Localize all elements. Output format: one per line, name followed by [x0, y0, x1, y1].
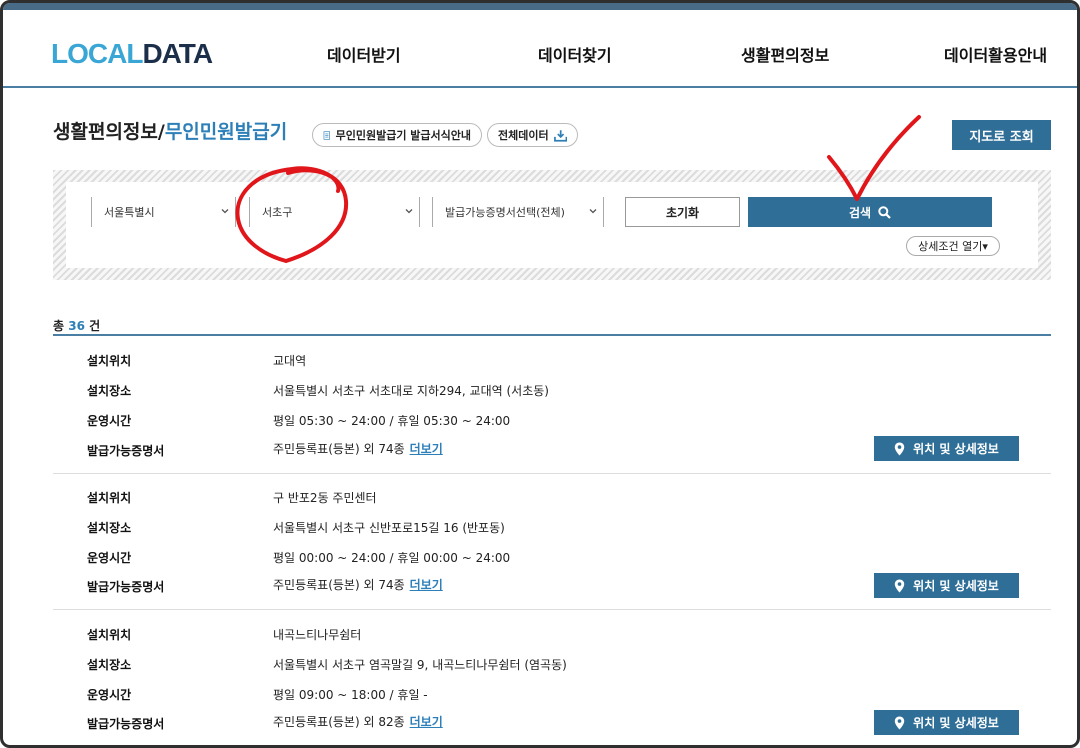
all-data-button[interactable]: 전체데이터 [487, 123, 578, 147]
certs-value: 주민등록표(등본) 외 74종 [273, 578, 405, 592]
result-item: 설치위치 구 반포2동 주민센터 설치장소 서울특별시 서초구 신반포로15길 … [53, 474, 1051, 610]
nav-data-download[interactable]: 데이터받기 [327, 42, 401, 66]
certs-value: 주민등록표(등본) 외 82종 [273, 715, 405, 729]
location-detail-button[interactable]: 위치 및 상세정보 [874, 573, 1019, 598]
city-select[interactable]: 서울특별시 [91, 197, 236, 227]
hours-value: 평일 05:30 ~ 24:00 / 휴일 05:30 ~ 24:00 [273, 414, 511, 428]
place-label: 설치장소 [87, 658, 132, 672]
nav-living-info[interactable]: 생활편의정보 [741, 42, 829, 66]
place-value: 서울특별시 서초구 서초대로 지하294, 교대역 (서초동) [273, 384, 549, 398]
place-label: 설치장소 [87, 384, 132, 398]
certificate-select[interactable]: 발급가능증명서선택(전체) [432, 197, 604, 227]
chevron-down-icon [221, 209, 229, 214]
hours-label: 운영시간 [87, 688, 132, 702]
result-count: 총 36 건 [53, 319, 101, 333]
certs-value: 주민등록표(등본) 외 74종 [273, 442, 405, 456]
certs-label: 발급가능증명서 [87, 444, 165, 458]
map-pin-icon [894, 716, 905, 729]
district-select[interactable]: 서초구 [249, 197, 420, 227]
more-link[interactable]: 더보기 [410, 578, 443, 592]
location-value: 구 반포2동 주민센터 [273, 491, 377, 505]
hours-value: 평일 09:00 ~ 18:00 / 휴일 - [273, 688, 428, 702]
hours-label: 운영시간 [87, 414, 132, 428]
location-value: 내곡느티나무쉼터 [273, 628, 362, 642]
location-label: 설치위치 [87, 354, 132, 368]
hours-label: 운영시간 [87, 551, 132, 565]
detail-options-toggle[interactable]: 상세조건 열기▾ [906, 236, 1000, 256]
location-label: 설치위치 [87, 628, 132, 642]
document-icon [323, 130, 330, 140]
search-icon [878, 205, 891, 219]
chevron-down-icon [405, 209, 413, 214]
location-detail-button[interactable]: 위치 및 상세정보 [874, 710, 1019, 735]
place-value: 서울특별시 서초구 염곡말길 9, 내곡느티나무쉼터 (염곡동) [273, 658, 567, 672]
location-detail-button[interactable]: 위치 및 상세정보 [874, 436, 1019, 461]
form-guide-button[interactable]: 무인민원발급기 발급서식안내 [312, 123, 482, 147]
certs-label: 발급가능증명서 [87, 717, 165, 731]
more-link[interactable]: 더보기 [410, 715, 443, 729]
nav-data-search[interactable]: 데이터찾기 [538, 42, 612, 66]
result-item: 설치위치 교대역 설치장소 서울특별시 서초구 서초대로 지하294, 교대역 … [53, 336, 1051, 474]
download-icon [553, 129, 567, 142]
nav-data-guide[interactable]: 데이터활용안내 [944, 42, 1047, 66]
location-label: 설치위치 [87, 491, 132, 505]
site-header: LOCALDATA 데이터받기 데이터찾기 생활편의정보 데이터활용안내 [3, 10, 1077, 88]
hours-value: 평일 00:00 ~ 24:00 / 휴일 00:00 ~ 24:00 [273, 551, 511, 565]
map-pin-icon [894, 442, 905, 455]
browser-frame: LOCALDATA 데이터받기 데이터찾기 생활편의정보 데이터활용안내 생활편… [0, 0, 1080, 748]
place-value: 서울특별시 서초구 신반포로15길 16 (반포동) [273, 521, 505, 535]
location-value: 교대역 [273, 354, 307, 368]
site-logo[interactable]: LOCALDATA [51, 38, 213, 70]
reset-button[interactable]: 초기화 [625, 197, 740, 227]
certs-label: 발급가능증명서 [87, 580, 165, 594]
chevron-down-icon [589, 209, 597, 214]
page-title: 생활편의정보/무인민원발급기 [53, 121, 288, 143]
place-label: 설치장소 [87, 521, 132, 535]
map-pin-icon [894, 579, 905, 592]
search-button[interactable]: 검색 [748, 197, 992, 227]
top-accent-bar [3, 3, 1077, 10]
map-view-button[interactable]: 지도로 조회 [952, 120, 1051, 150]
more-link[interactable]: 더보기 [410, 442, 443, 456]
result-item: 설치위치 내곡느티나무쉼터 설치장소 서울특별시 서초구 염곡말길 9, 내곡느… [53, 610, 1051, 745]
